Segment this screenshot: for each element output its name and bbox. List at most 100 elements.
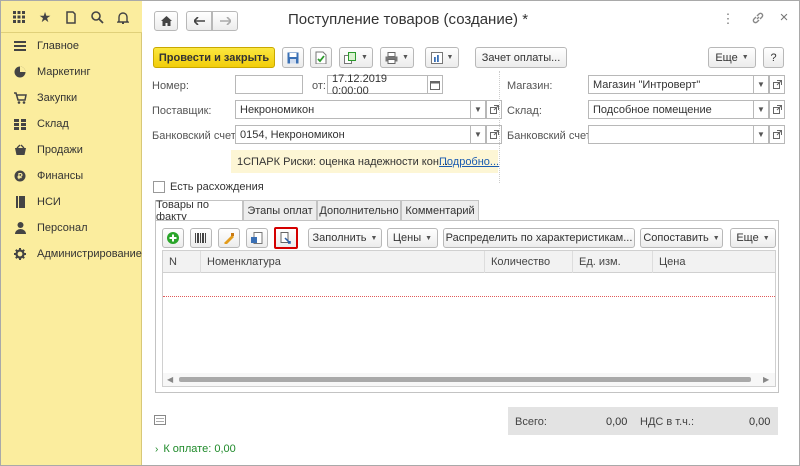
- date-label: от:: [312, 80, 326, 92]
- distribute-by-characteristics-button[interactable]: Распределить по характеристикам...: [443, 228, 635, 248]
- scroll-left-icon[interactable]: ◀: [167, 375, 173, 384]
- gear-icon: [13, 247, 27, 261]
- sidebar-item-sales[interactable]: Продажи: [1, 139, 142, 161]
- bank-account2-open-button[interactable]: [769, 125, 785, 144]
- compare-button[interactable]: Сопоставить ▼: [640, 228, 723, 248]
- number-label: Номер:: [152, 80, 189, 92]
- column-header-nomenclature[interactable]: Номенклатура: [201, 251, 485, 273]
- payment-expander[interactable]: › К оплате: 0,00: [155, 443, 236, 455]
- bank-account-label: Банковский счет:: [152, 130, 239, 142]
- horizontal-scrollbar[interactable]: ◀ ▶: [163, 373, 775, 386]
- column-header-price[interactable]: Цена: [653, 251, 775, 273]
- table-more-button-label: Еще: [736, 232, 759, 244]
- pick-items-button[interactable]: [218, 228, 240, 248]
- date-field[interactable]: 17.12.2019 0:00:00: [327, 73, 428, 97]
- bank-account2-field[interactable]: [588, 125, 754, 144]
- chevron-down-icon: ▼: [762, 234, 770, 242]
- sidebar-item-warehouse[interactable]: Склад: [1, 113, 142, 135]
- prices-button[interactable]: Цены ▼: [387, 228, 438, 248]
- scan-document-button[interactable]: [246, 228, 268, 248]
- back-button[interactable]: [186, 11, 212, 31]
- chevron-right-icon: ›: [155, 443, 159, 455]
- payment-label: К оплате: 0,00: [163, 443, 236, 455]
- print-button[interactable]: ▼: [380, 47, 414, 68]
- sidebar-item-nsi[interactable]: НСИ: [1, 191, 142, 213]
- save-button[interactable]: [282, 47, 304, 68]
- chevron-down-icon: ▼: [712, 234, 720, 242]
- shop-dropdown-button[interactable]: ▼: [753, 75, 769, 94]
- match-items-button[interactable]: [274, 227, 298, 249]
- sidebar-item-main[interactable]: Главное: [1, 35, 142, 57]
- scroll-right-icon[interactable]: ▶: [763, 375, 769, 384]
- scrollbar-thumb[interactable]: [179, 377, 751, 382]
- chevron-down-icon: ▼: [446, 54, 454, 61]
- reports-button[interactable]: ▼: [425, 47, 459, 68]
- number-field[interactable]: [235, 75, 303, 94]
- payment-offset-button[interactable]: Зачет оплаты...: [475, 47, 567, 68]
- warehouse-dropdown-button[interactable]: ▼: [753, 100, 769, 119]
- more-button-label: Еще: [715, 51, 738, 64]
- column-header-n[interactable]: N: [163, 251, 201, 273]
- supplier-field[interactable]: Некрономикон: [235, 100, 471, 119]
- more-dots-icon[interactable]: ⋮: [720, 11, 736, 27]
- comment-icon[interactable]: [154, 415, 166, 425]
- column-header-quantity[interactable]: Количество: [485, 251, 573, 273]
- sidebar-item-finance[interactable]: ₽ Финансы: [1, 165, 142, 187]
- history-icon[interactable]: [63, 9, 79, 25]
- document-form: Поступление товаров (создание) * ⋮ × Про…: [142, 1, 799, 465]
- home-button[interactable]: [154, 11, 178, 31]
- bank-account-dropdown-button[interactable]: ▼: [470, 125, 486, 144]
- table-more-button[interactable]: Еще ▼: [730, 228, 776, 248]
- post-document-button[interactable]: [310, 47, 332, 68]
- tab-payment-stages[interactable]: Этапы оплат: [243, 200, 317, 220]
- chevron-down-icon: ▼: [402, 54, 409, 61]
- tab-additional[interactable]: Дополнительно: [317, 200, 401, 220]
- close-icon[interactable]: ×: [776, 9, 792, 26]
- shop-open-button[interactable]: [769, 75, 785, 94]
- bank-account2-label: Банковский счет:: [507, 130, 594, 142]
- sidebar-item-purchases[interactable]: Закупки: [1, 87, 142, 109]
- supplier-label: Поставщик:: [152, 105, 212, 117]
- tab-comment[interactable]: Комментарий: [401, 200, 479, 220]
- shop-field[interactable]: Магазин "Интроверт": [588, 75, 754, 94]
- favorites-star-icon[interactable]: ★: [37, 9, 53, 25]
- search-icon[interactable]: [89, 9, 105, 25]
- forward-button[interactable]: [212, 11, 238, 31]
- warehouse-field[interactable]: Подсобное помещение: [588, 100, 754, 119]
- total-label: Всего:: [515, 416, 547, 428]
- post-and-close-button[interactable]: Провести и закрыть: [153, 47, 275, 68]
- link-icon[interactable]: [750, 11, 766, 27]
- sidebar-item-personnel[interactable]: Персонал: [1, 217, 142, 239]
- sidebar-item-label: Продажи: [37, 144, 83, 156]
- sidebar-item-marketing[interactable]: Маркетинг: [1, 61, 142, 83]
- apps-grid-icon[interactable]: [11, 9, 27, 25]
- supplier-dropdown-button[interactable]: ▼: [470, 100, 486, 119]
- sidebar-item-label: Персонал: [37, 222, 88, 234]
- page-title: Поступление товаров (создание) *: [288, 11, 529, 28]
- tab-goods-actual[interactable]: Товары по факту: [155, 199, 243, 223]
- discrepancy-checkbox[interactable]: [153, 181, 165, 193]
- fill-button[interactable]: Заполнить ▼: [308, 228, 382, 248]
- bank-account-field[interactable]: 0154, Некрономикон: [235, 125, 471, 144]
- menu-lines-icon: [13, 39, 27, 53]
- sidebar-item-label: Закупки: [37, 92, 78, 104]
- bank-account2-dropdown-button[interactable]: ▼: [753, 125, 769, 144]
- add-row-button[interactable]: [162, 228, 184, 248]
- prices-button-label: Цены: [392, 232, 422, 244]
- spark-risk-banner: 1СПАРК Риски: оценка надежности кон... П…: [231, 150, 499, 173]
- barcode-button[interactable]: [190, 228, 212, 248]
- bell-icon[interactable]: [115, 9, 131, 25]
- sidebar-item-administration[interactable]: Администрирование: [1, 243, 142, 265]
- create-based-on-button[interactable]: ▼: [339, 47, 373, 68]
- app-topbar: ★: [1, 1, 142, 33]
- more-button[interactable]: Еще ▼: [708, 47, 756, 68]
- calendar-button[interactable]: [427, 75, 443, 94]
- spark-details-link[interactable]: Подробно...: [439, 156, 499, 168]
- person-icon: [13, 221, 27, 235]
- help-button[interactable]: ?: [763, 47, 784, 68]
- warehouse-open-button[interactable]: [769, 100, 785, 119]
- column-header-unit[interactable]: Ед. изм.: [573, 251, 653, 273]
- sidebar-item-label: Финансы: [37, 170, 84, 182]
- chevron-down-icon: ▼: [425, 234, 433, 242]
- chevron-down-icon: ▼: [741, 54, 749, 61]
